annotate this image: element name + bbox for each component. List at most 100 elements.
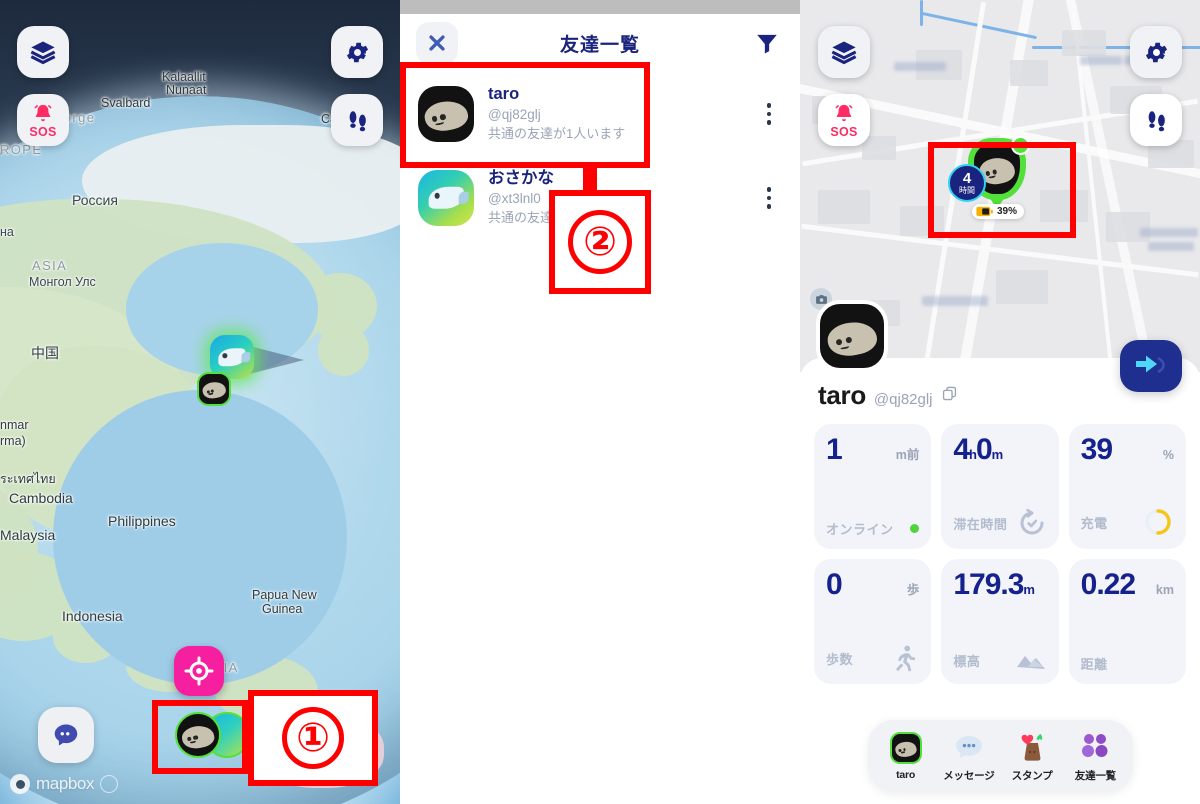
stat-value: 0.22 [1080, 568, 1136, 601]
map-label: Kalaallit [162, 70, 206, 84]
profile-identity: taro @qj82glj [818, 380, 958, 411]
fish-avatar-icon [428, 186, 469, 209]
bottom-navigation: taro メッセージ スタンプ 友達一覧 [868, 720, 1133, 792]
nav-label: スタンプ [1011, 769, 1053, 782]
avatar [418, 85, 474, 142]
friend-mutual-text: 共通の友達が1人います [488, 126, 626, 141]
avatar-taro [175, 712, 221, 758]
friend-handle: @qj82glj [488, 107, 541, 123]
stat-unit: km [1155, 583, 1174, 597]
stay-hours-unit: 時間 [959, 186, 975, 195]
map-label: Papua New [252, 588, 317, 602]
building-block [900, 206, 944, 236]
sos-button[interactable]: SOS [818, 94, 870, 146]
stat-value: 0 [826, 568, 843, 601]
stat-card-distance[interactable]: 0.22 km 距離 [1068, 559, 1186, 684]
globe-pin-taro[interactable] [197, 372, 231, 406]
settings-button[interactable] [331, 26, 383, 78]
nav-item-friends[interactable]: 友達一覧 [1066, 730, 1124, 783]
map-label: Монгол Улс [29, 275, 96, 289]
friend-handle: @xt3lnl0 [488, 191, 541, 207]
map-label: nmar [0, 418, 29, 432]
stat-label: 充電 [1080, 515, 1108, 531]
sos-label: SOS [830, 124, 858, 139]
sos-button[interactable]: SOS [17, 94, 69, 146]
map-label: 中国 [31, 345, 59, 361]
friend-menu-button[interactable] [754, 181, 784, 215]
profile-card: taro @qj82glj 1 m前 オンライン 4h0m 滞在時間 39 % … [800, 286, 1200, 804]
stat-card-battery[interactable]: 39 % 充電 [1068, 424, 1186, 549]
chat-bubble-icon [54, 724, 78, 746]
running-person-icon [896, 645, 916, 672]
alarm-bell-icon [34, 104, 52, 121]
battery-badge: 39% [972, 204, 1025, 219]
stat-unit: % [1162, 448, 1174, 462]
map-marker-taro[interactable]: 4 時間 39% [948, 136, 1030, 219]
stay-hours-value: 4 [962, 170, 972, 187]
avatar [418, 169, 474, 226]
nav-item-taro[interactable]: taro [877, 731, 935, 781]
map-label: Svalbard [101, 96, 151, 110]
layers-icon [831, 41, 857, 65]
crosshair-target-icon [184, 656, 214, 686]
map-label: rma) [0, 434, 26, 448]
stat-label: 滞在時間 [953, 516, 1008, 532]
stat-card-steps[interactable]: 0 歩 歩数 [814, 559, 932, 684]
blurred-label [894, 62, 946, 71]
stat-label: 歩数 [826, 651, 854, 667]
mapbox-wordmark: mapbox [36, 774, 95, 793]
stat-value: 179.3m [953, 568, 1035, 601]
friends-group-icon [1079, 730, 1111, 764]
map-label: Россия [72, 192, 118, 208]
building-block [818, 190, 870, 224]
gear-icon [1145, 42, 1167, 62]
nav-item-stamps[interactable]: スタンプ [1003, 730, 1061, 783]
sos-label: SOS [29, 124, 57, 139]
stat-label: 標高 [953, 653, 981, 669]
navigate-button[interactable] [1120, 340, 1182, 392]
map-label: Philippines [108, 513, 176, 529]
message-bubble-icon [954, 730, 984, 764]
friend-mutual-text: 共通の友達 [488, 209, 554, 225]
attribution-info-icon[interactable] [100, 775, 119, 793]
battery-icon [976, 206, 993, 217]
map-label: Malaysia [0, 527, 56, 543]
friend-menu-button[interactable] [754, 97, 784, 131]
close-x-icon [429, 35, 445, 51]
stay-hours-badge: 4 時間 [948, 164, 986, 202]
stat-card-stay-time[interactable]: 4h0m 滞在時間 [941, 424, 1059, 549]
profile-handle: @qj82glj [873, 391, 933, 408]
green-status-dot-icon [910, 524, 920, 533]
close-button[interactable] [416, 22, 458, 64]
footsteps-button[interactable] [331, 94, 383, 146]
fish-avatar-icon [218, 348, 251, 366]
stat-value: 39 [1080, 433, 1113, 466]
avatar-stack-button[interactable] [175, 712, 250, 758]
map-label: Nunaat [166, 83, 207, 97]
stats-grid: 1 m前 オンライン 4h0m 滞在時間 39 % 充電 0 歩 歩数 179.… [814, 424, 1186, 684]
profile-avatar[interactable] [816, 300, 888, 372]
map-label: Cambodia [9, 490, 73, 506]
recenter-button[interactable] [174, 646, 224, 696]
blurred-label [1140, 228, 1198, 237]
nav-label: メッセージ [943, 769, 995, 782]
friend-list-item-osakana[interactable]: おさかな @xt3lnl0 共通の友達 [400, 155, 800, 240]
stat-card-online[interactable]: 1 m前 オンライン [814, 424, 932, 549]
chat-button[interactable] [38, 707, 94, 763]
map-label: на [0, 225, 14, 239]
filter-button[interactable] [750, 26, 784, 60]
friend-name: taro [488, 85, 520, 103]
friend-list-item-taro[interactable]: taro @qj82glj 共通の友達が1人います [400, 72, 800, 156]
stat-label: 距離 [1080, 657, 1108, 672]
stat-card-elevation[interactable]: 179.3m 標高 [941, 559, 1059, 684]
settings-button[interactable] [1130, 26, 1182, 78]
footsteps-button[interactable] [1130, 94, 1182, 146]
copy-handle-button[interactable] [941, 385, 958, 407]
navigate-arrow-icon [1136, 355, 1165, 374]
building-block [1106, 212, 1150, 242]
alarm-bell-icon [835, 104, 853, 121]
layers-button[interactable] [818, 26, 870, 78]
nav-item-messages[interactable]: メッセージ [940, 730, 998, 783]
mapbox-attribution[interactable]: mapbox [10, 774, 119, 794]
layers-button[interactable] [17, 26, 69, 78]
